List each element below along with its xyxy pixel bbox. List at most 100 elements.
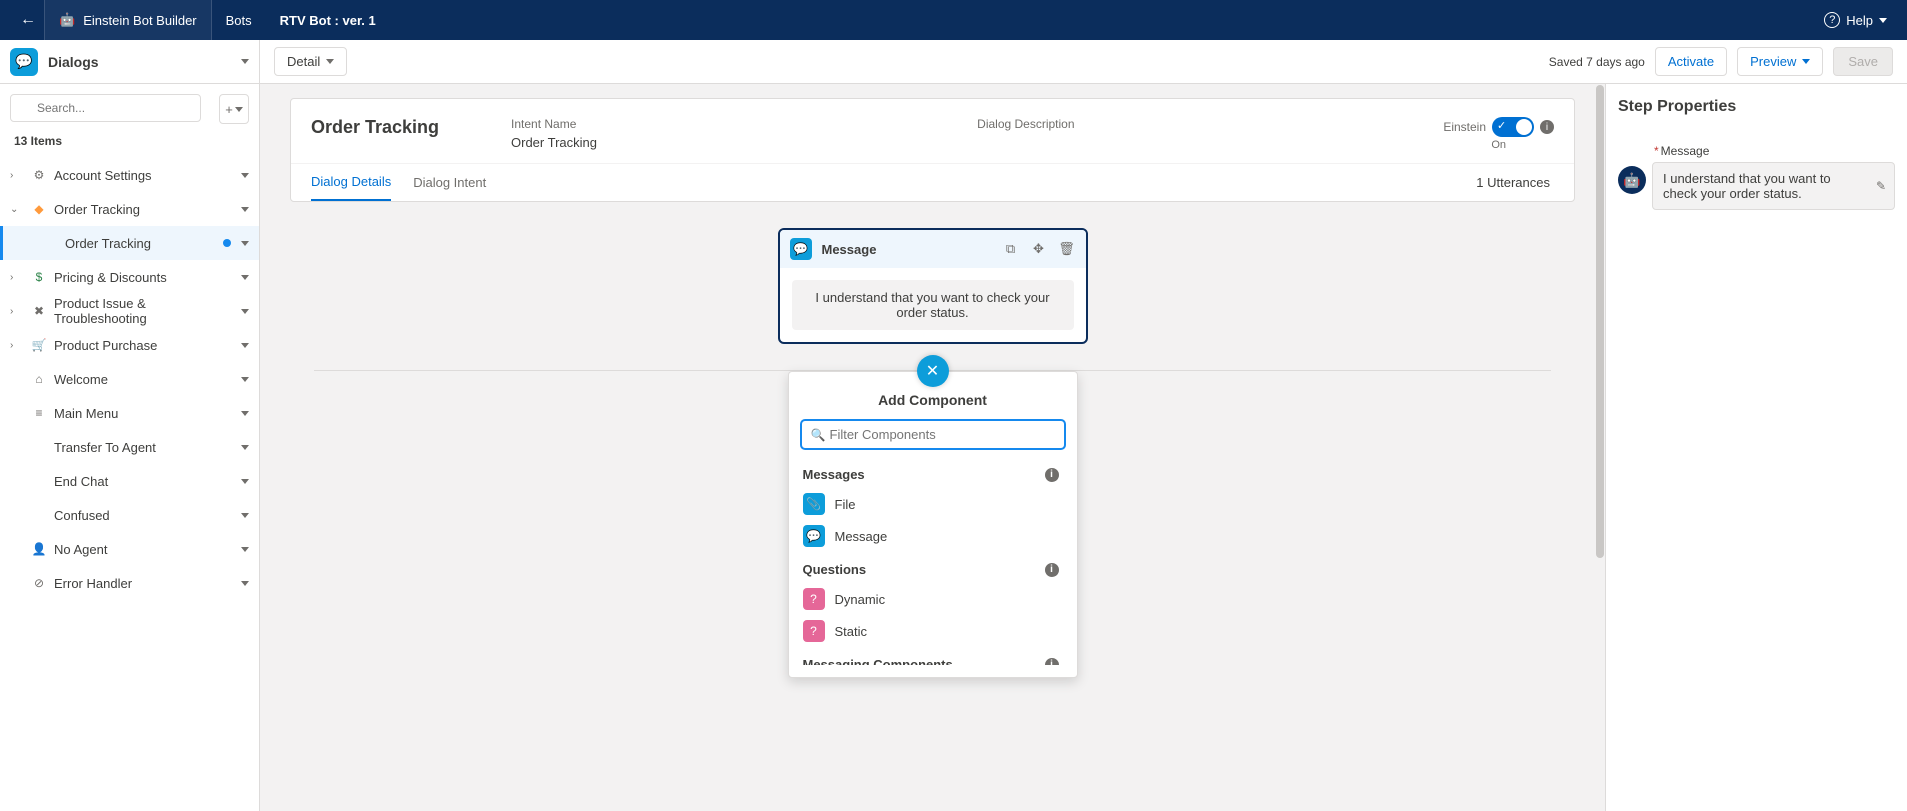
chevron-down-icon[interactable] <box>241 445 249 450</box>
chevron-down-icon[interactable] <box>241 241 249 246</box>
help-menu[interactable]: ? Help <box>1816 12 1895 28</box>
item-label: Welcome <box>54 372 241 387</box>
item-label: Confused <box>54 508 241 523</box>
chevron-down-icon[interactable] <box>241 547 249 552</box>
message-step-card[interactable]: 💬 Message ⧉ ✥ 🗑 I understand that you wa… <box>778 228 1088 344</box>
item-label: End Chat <box>54 474 241 489</box>
tab-dialog-details[interactable]: Dialog Details <box>311 164 391 201</box>
item-label: Transfer To Agent <box>54 440 241 455</box>
info-icon[interactable]: i <box>1540 120 1554 134</box>
component-item[interactable]: ?Dynamic <box>801 583 1059 615</box>
chevron-down-icon[interactable] <box>241 207 249 212</box>
chevron-down-icon[interactable] <box>241 173 249 178</box>
nav-bots[interactable]: Bots <box>212 0 266 40</box>
einstein-toggle[interactable]: ✓ <box>1492 117 1534 137</box>
chevron-down-icon <box>326 59 334 64</box>
dialog-title: Order Tracking <box>311 117 511 138</box>
expand-icon[interactable]: › <box>10 170 24 181</box>
step-properties-panel: Step Properties *Message 🤖 I understand … <box>1605 84 1907 811</box>
message-step-title: Message <box>822 242 992 257</box>
close-popover-button[interactable]: ✕ <box>917 355 949 387</box>
filter-components-input[interactable] <box>801 420 1065 449</box>
view-detail-button[interactable]: Detail <box>274 47 347 76</box>
expand-icon[interactable]: › <box>10 272 24 283</box>
chevron-down-icon <box>1879 18 1887 23</box>
sidebar-item[interactable]: ⊘Error Handler <box>0 566 259 600</box>
einstein-label: Einstein <box>1443 120 1486 134</box>
sidebar: 🔍 + 13 Items ›⚙Account Settings⌄◆Order T… <box>0 84 260 811</box>
item-label: No Agent <box>54 542 241 557</box>
edit-icon[interactable]: ✎ <box>1876 179 1886 193</box>
component-item[interactable]: 📎File <box>801 488 1059 520</box>
einstein-state: On <box>1491 139 1506 151</box>
sidebar-item[interactable]: ›🛒Product Purchase <box>0 328 259 362</box>
expand-icon[interactable]: ⌄ <box>10 204 24 215</box>
search-input[interactable] <box>10 94 201 122</box>
sidebar-item[interactable]: ›⚙Account Settings <box>0 158 259 192</box>
chevron-down-icon[interactable] <box>241 343 249 348</box>
activate-button[interactable]: Activate <box>1655 47 1727 76</box>
message-text-input[interactable]: I understand that you want to check your… <box>1652 162 1895 210</box>
sidebar-item[interactable]: 👤 No Agent <box>0 532 259 566</box>
copy-icon[interactable]: ⧉ <box>1002 241 1020 257</box>
chevron-down-icon[interactable] <box>241 581 249 586</box>
chevron-down-icon <box>1802 59 1810 64</box>
sidebar-item[interactable]: End Chat <box>0 464 259 498</box>
sidebar-item[interactable]: ›✖Product Issue & Troubleshooting <box>0 294 259 328</box>
component-item[interactable]: 💬Message <box>801 520 1059 552</box>
chevron-down-icon[interactable] <box>241 411 249 416</box>
chevron-down-icon[interactable] <box>241 513 249 518</box>
expand-icon[interactable]: › <box>10 306 24 317</box>
component-label: Static <box>835 624 868 639</box>
sub-item-label: Order Tracking <box>65 236 223 251</box>
chevron-down-icon[interactable] <box>241 479 249 484</box>
delete-icon[interactable]: 🗑 <box>1058 241 1076 257</box>
item-label: Pricing & Discounts <box>54 270 241 285</box>
active-dot-icon <box>223 239 231 247</box>
bot-icon: 🤖 <box>59 12 75 28</box>
sidebar-item[interactable]: ⌄◆Order Tracking <box>0 192 259 226</box>
panel-title: Step Properties <box>1618 98 1895 116</box>
component-icon: ? <box>803 620 825 642</box>
sidebar-sub-item[interactable]: Order Tracking <box>0 226 259 260</box>
item-icon: ⌂ <box>30 372 48 386</box>
info-icon[interactable]: i <box>1045 563 1059 577</box>
item-icon: ◆ <box>30 202 48 216</box>
component-item[interactable]: ? Static <box>801 615 1059 647</box>
sidebar-header: 💬 Dialogs <box>0 40 260 83</box>
chevron-down-icon[interactable] <box>241 309 249 314</box>
intent-label: Intent Name <box>511 117 977 131</box>
item-icon: 👤 <box>30 542 48 556</box>
dialogs-icon: 💬 <box>10 48 38 76</box>
component-icon: ? <box>803 588 825 610</box>
add-component-popover: Add Component 🔍 Messagesi📎File💬MessageQu… <box>788 371 1078 678</box>
item-label: Product Issue & Troubleshooting <box>54 296 241 326</box>
info-icon[interactable]: i <box>1045 658 1059 666</box>
message-step-text: I understand that you want to check your… <box>792 280 1074 330</box>
chevron-down-icon <box>235 107 243 112</box>
chevron-down-icon[interactable] <box>241 377 249 382</box>
chevron-down-icon[interactable] <box>241 275 249 280</box>
dialogs-title: Dialogs <box>48 54 231 70</box>
chevron-down-icon[interactable] <box>241 59 249 64</box>
preview-button[interactable]: Preview <box>1737 47 1823 76</box>
item-icon: ≡ <box>30 406 48 420</box>
component-label: File <box>835 497 856 512</box>
sidebar-item[interactable]: ›$Pricing & Discounts <box>0 260 259 294</box>
dialog-header-card: Order Tracking Intent Name Order Trackin… <box>290 98 1575 202</box>
brand[interactable]: 🤖 Einstein Bot Builder <box>44 0 212 40</box>
component-section-header: Questionsi <box>803 562 1059 577</box>
expand-icon[interactable]: › <box>10 340 24 351</box>
add-dialog-button[interactable]: + <box>219 94 249 124</box>
component-list[interactable]: Messagesi📎File💬MessageQuestionsi?Dynamic… <box>801 457 1065 665</box>
tab-dialog-intent[interactable]: Dialog Intent <box>413 165 486 200</box>
scrollbar[interactable] <box>1595 84 1605 811</box>
move-icon[interactable]: ✥ <box>1030 241 1048 257</box>
sidebar-item[interactable]: ≡Main Menu <box>0 396 259 430</box>
sidebar-item[interactable]: Confused <box>0 498 259 532</box>
sidebar-item[interactable]: Transfer To Agent <box>0 430 259 464</box>
item-icon: 🛒 <box>30 338 48 352</box>
back-button[interactable]: ← <box>12 11 44 29</box>
sidebar-item[interactable]: ⌂ Welcome <box>0 362 259 396</box>
info-icon[interactable]: i <box>1045 468 1059 482</box>
